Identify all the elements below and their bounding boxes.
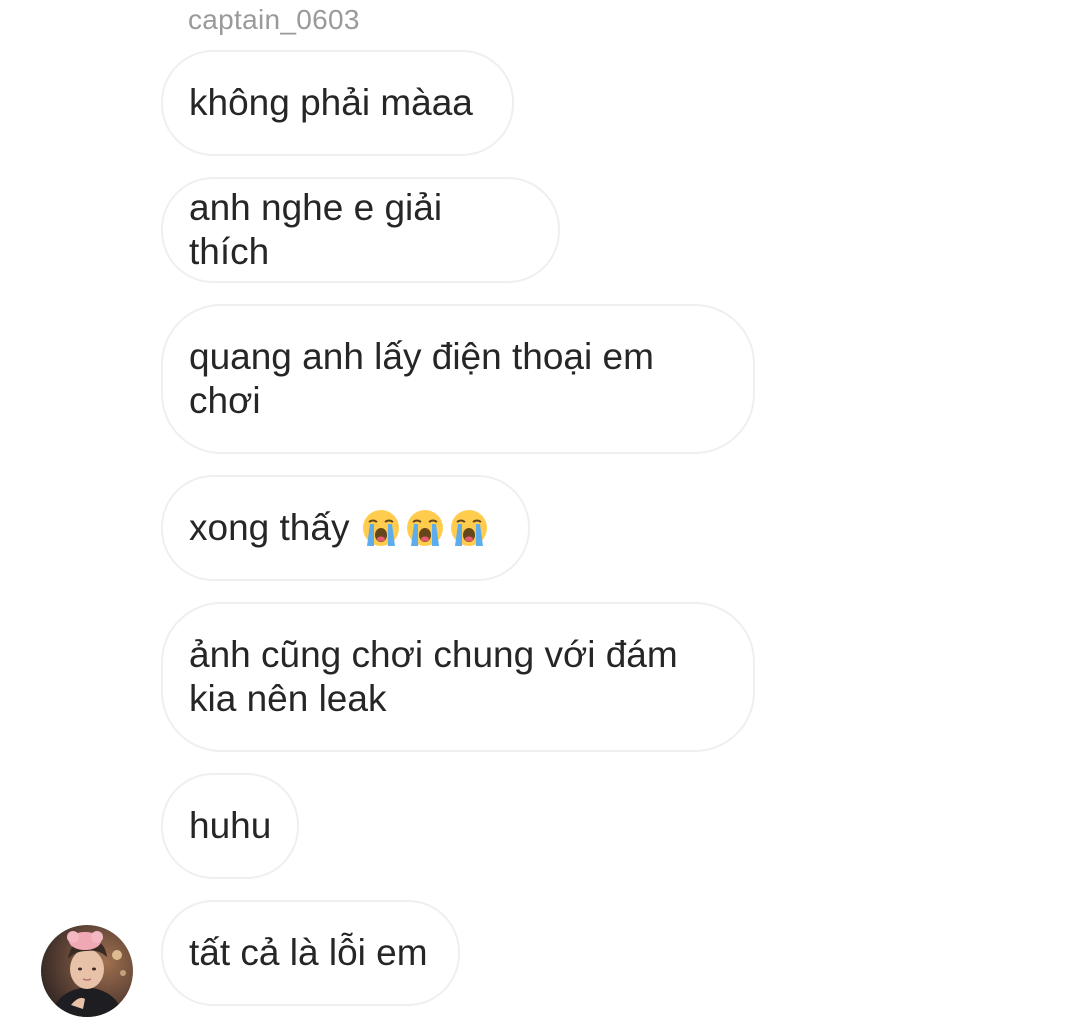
message-bubble[interactable]: anh nghe e giải thích — [161, 177, 560, 283]
sender-avatar[interactable] — [41, 925, 133, 1017]
emoji-group — [361, 508, 489, 548]
loudly-crying-face-icon — [363, 510, 400, 546]
sender-username[interactable]: captain_0603 — [188, 4, 360, 36]
message-bubble[interactable]: quang anh lấy điện thoại em chơi — [161, 304, 755, 454]
loudly-crying-face-icon — [407, 510, 444, 546]
avatar-photo — [41, 925, 133, 1017]
message-bubble[interactable]: ảnh cũng chơi chung với đám kia nên leak — [161, 602, 755, 752]
message-text: ảnh cũng chơi chung với đám kia nên leak — [189, 634, 678, 719]
message-text: tất cả là lỗi em — [189, 932, 428, 973]
message-text: anh nghe e giải thích — [189, 187, 453, 272]
message-text: quang anh lấy điện thoại em chơi — [189, 336, 654, 421]
message-bubble[interactable]: xong thấy — [161, 475, 530, 581]
message-text: huhu — [189, 805, 272, 846]
loudly-crying-face-icon — [451, 510, 488, 546]
message-bubble[interactable]: không phải màaa — [161, 50, 514, 156]
message-text: xong thấy — [189, 507, 350, 548]
message-bubble[interactable]: tất cả là lỗi em — [161, 900, 460, 1006]
message-bubble[interactable]: huhu — [161, 773, 299, 879]
message-text: không phải màaa — [189, 82, 473, 123]
